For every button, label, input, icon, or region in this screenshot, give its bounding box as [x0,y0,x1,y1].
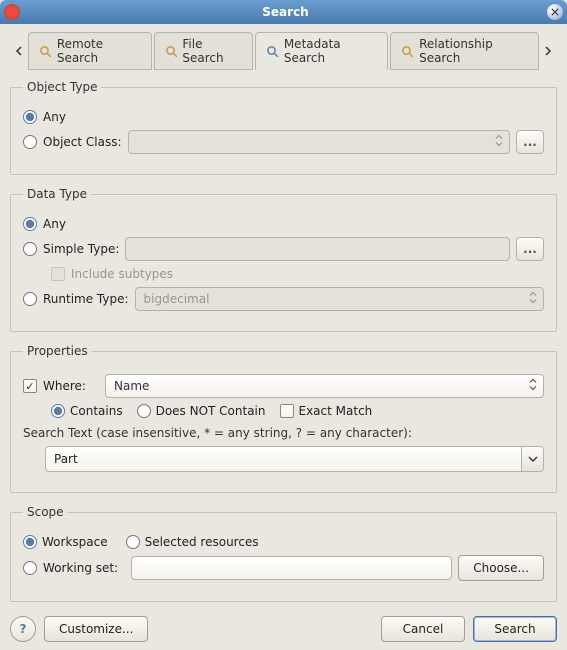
contains-radio[interactable] [51,404,65,418]
object-class-combo[interactable] [128,130,510,154]
dropdown-toggle[interactable] [521,447,543,471]
runtime-type-value: bigdecimal [144,292,210,306]
help-button[interactable]: ? [10,616,36,642]
object-type-group: Object Type Any Object Class: ... [10,80,557,175]
tab-label: Metadata Search [284,37,377,65]
search-button[interactable]: Search [473,616,557,642]
customize-button[interactable]: Customize... [44,616,148,642]
tab-scroll-right[interactable] [539,39,557,63]
data-type-any-radio[interactable] [23,217,37,231]
scope-legend: Scope [23,505,68,519]
window-title: Search [24,5,547,19]
scope-selected-radio[interactable] [126,535,140,549]
chevron-right-icon [543,46,553,56]
data-type-runtime-label[interactable]: Runtime Type: [43,292,129,306]
tabs: Remote Search File Search Metadata Searc… [28,32,539,70]
search-icon [39,44,52,58]
data-type-any-label[interactable]: Any [43,217,66,231]
working-set-field[interactable] [131,556,452,580]
updown-icon [529,292,537,307]
search-icon [165,44,178,58]
button-row: ? Customize... Cancel Search [10,616,557,642]
does-not-contain-label[interactable]: Does NOT Contain [156,404,266,418]
object-type-any-radio[interactable] [23,110,37,124]
search-icon [266,44,279,58]
object-type-class-radio[interactable] [23,135,37,149]
data-type-group: Data Type Any Simple Type: ... Include s… [10,187,557,332]
data-type-simple-radio[interactable] [23,242,37,256]
exact-match-label[interactable]: Exact Match [299,404,373,418]
scope-selected-label[interactable]: Selected resources [145,535,259,549]
tabbar: Remote Search File Search Metadata Searc… [10,32,557,70]
properties-group: Properties Where: Name Contains Does NOT… [10,344,557,493]
include-subtypes-label: Include subtypes [71,267,173,281]
tab-scroll-left[interactable] [10,39,28,63]
chevron-left-icon [14,46,24,56]
object-type-legend: Object Type [23,80,101,94]
tab-remote-search[interactable]: Remote Search [28,32,152,70]
choose-button[interactable]: Choose... [458,555,544,581]
updown-icon [529,379,537,394]
tab-label: Remote Search [57,37,141,65]
tab-label: File Search [182,37,242,65]
properties-legend: Properties [23,344,92,358]
search-text-value: Part [54,452,535,466]
does-not-contain-radio[interactable] [137,404,151,418]
tab-metadata-search[interactable]: Metadata Search [255,32,388,70]
include-subtypes-checkbox [51,267,65,281]
object-type-class-label[interactable]: Object Class: [43,135,122,149]
simple-type-field[interactable] [125,237,510,261]
simple-type-browse-button[interactable]: ... [516,237,544,261]
data-type-legend: Data Type [23,187,91,201]
runtime-type-combo[interactable]: bigdecimal [135,287,544,311]
updown-icon [495,135,503,150]
object-class-browse-button[interactable]: ... [516,130,544,154]
search-text-hint: Search Text (case insensitive, * = any s… [23,426,544,440]
where-value: Name [114,379,149,393]
where-label[interactable]: Where: [43,379,99,393]
tab-file-search[interactable]: File Search [154,32,253,70]
cancel-button[interactable]: Cancel [381,616,465,642]
data-type-runtime-radio[interactable] [23,292,37,306]
object-type-any-label[interactable]: Any [43,110,66,124]
contains-label[interactable]: Contains [70,404,123,418]
where-combo[interactable]: Name [105,374,544,398]
titlebar: Search [0,0,567,24]
scope-workspace-label[interactable]: Workspace [42,535,108,549]
data-type-simple-label[interactable]: Simple Type: [43,242,119,256]
tab-relationship-search[interactable]: Relationship Search [390,32,539,70]
exact-match-checkbox[interactable] [280,404,294,418]
close-button[interactable] [547,4,563,20]
scope-group: Scope Workspace Selected resources Worki… [10,505,557,602]
search-text-dropdown[interactable]: Part [45,446,544,472]
where-checkbox[interactable] [23,379,37,393]
dialog-content: Remote Search File Search Metadata Searc… [0,24,567,650]
scope-working-set-label[interactable]: Working set: [43,561,125,575]
app-icon [4,4,20,20]
chevron-down-icon [528,456,538,462]
close-icon [551,8,559,16]
scope-workspace-radio[interactable] [23,535,37,549]
search-icon [401,44,414,58]
tab-label: Relationship Search [419,37,528,65]
scope-working-set-radio[interactable] [23,561,37,575]
